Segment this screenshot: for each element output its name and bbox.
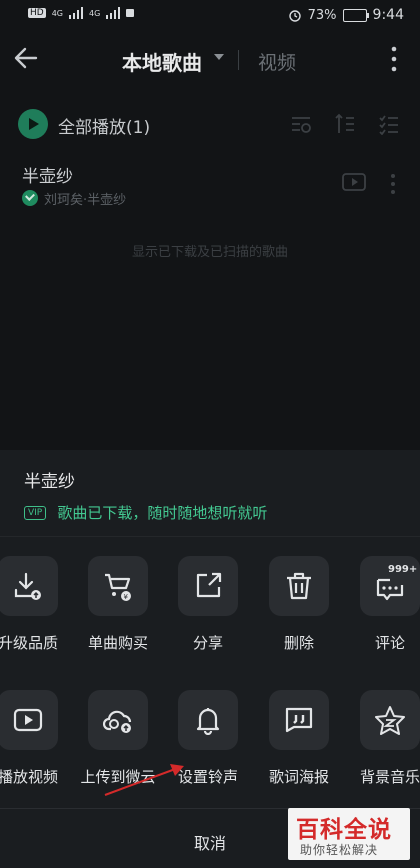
download-status-row: VIP 歌曲已下载，随时随地想听就听 — [24, 502, 267, 522]
view-filter-icon[interactable] — [290, 113, 312, 135]
delete-tile — [269, 556, 329, 616]
lyrics-poster-tile — [269, 690, 329, 750]
more-vertical-icon[interactable] — [386, 44, 402, 74]
sheet-song-title: 半壶纱 — [24, 472, 75, 492]
download-status-text: 歌曲已下载，随时随地想听就听 — [57, 504, 268, 522]
notification-icon — [126, 9, 135, 17]
list-hint: 显示已下载及已扫描的歌曲 — [131, 245, 288, 260]
play-all-button[interactable] — [18, 109, 48, 139]
annotation-arrow-icon — [104, 764, 184, 796]
clock: 9:44 — [372, 7, 404, 23]
comment-label: 评论 — [374, 634, 405, 652]
trash-icon — [287, 572, 311, 600]
watermark-title: 百科全说 — [296, 817, 392, 843]
buy-single-tile: ¥ — [88, 556, 148, 616]
play-all-row: 全部播放(1) — [18, 109, 402, 139]
sort-icon[interactable] — [334, 113, 356, 135]
song-more-icon[interactable] — [388, 172, 398, 196]
alarm-icon — [288, 10, 301, 22]
comment-button[interactable]: 999+ 评论 — [345, 556, 420, 666]
downloaded-check-icon — [22, 190, 38, 206]
caret-down-icon[interactable] — [214, 54, 224, 60]
network-4g-label-2: 4G — [89, 8, 101, 18]
upgrade-quality-tile — [0, 556, 58, 616]
tab-local-songs[interactable]: 本地歌曲 — [122, 47, 202, 76]
battery-percent: 73% — [307, 7, 337, 23]
share-icon — [196, 572, 222, 598]
tab-divider — [238, 50, 239, 70]
cart-icon: ¥ — [105, 573, 131, 601]
vip-badge: VIP — [24, 505, 47, 520]
play-all-label[interactable]: 全部播放(1) — [58, 113, 150, 138]
hd-indicator: HD — [28, 8, 46, 18]
tab-videos[interactable]: 视频 — [258, 48, 296, 75]
watermark: 百科全说 助你轻松解决 — [288, 808, 410, 860]
mv-play-icon[interactable] — [342, 172, 366, 192]
top-bar: 本地歌曲 视频 — [0, 32, 420, 88]
song-title: 半壶纱 — [22, 167, 73, 187]
bell-icon — [196, 708, 220, 735]
sheet-divider — [0, 536, 420, 537]
cloud-upload-icon — [103, 710, 132, 733]
back-arrow-icon[interactable] — [12, 44, 40, 72]
set-ringtone-tile — [178, 690, 238, 750]
share-tile — [178, 556, 238, 616]
lyrics-poster-icon — [285, 707, 313, 733]
background-music-button[interactable]: 背景音乐 — [345, 690, 420, 800]
song-subtitle: 刘珂矣·半壶纱 — [44, 193, 127, 208]
watermark-subtitle: 助你轻松解决 — [300, 843, 379, 857]
song-row[interactable]: 半壶纱 刘珂矣·半壶纱 — [22, 160, 402, 212]
star-music-icon — [375, 706, 405, 735]
signal-icon-2 — [106, 7, 121, 19]
comment-tile: 999+ — [360, 556, 420, 616]
svg-text:¥: ¥ — [124, 593, 129, 601]
upload-weiyun-tile — [88, 690, 148, 750]
video-play-icon — [13, 708, 43, 732]
signal-icon — [69, 7, 83, 19]
status-bar: HD 4G 4G 73% 9:44 — [0, 0, 420, 32]
comment-count-badge: 999+ — [388, 564, 418, 575]
comment-icon — [376, 578, 404, 601]
battery-icon — [342, 8, 369, 22]
download-upgrade-icon — [14, 572, 41, 600]
background-music-label: 背景音乐 — [359, 768, 420, 786]
background-music-tile — [360, 690, 420, 750]
play-video-tile — [0, 690, 58, 750]
network-4g-label: 4G — [51, 8, 63, 18]
multi-select-icon[interactable] — [378, 113, 400, 135]
